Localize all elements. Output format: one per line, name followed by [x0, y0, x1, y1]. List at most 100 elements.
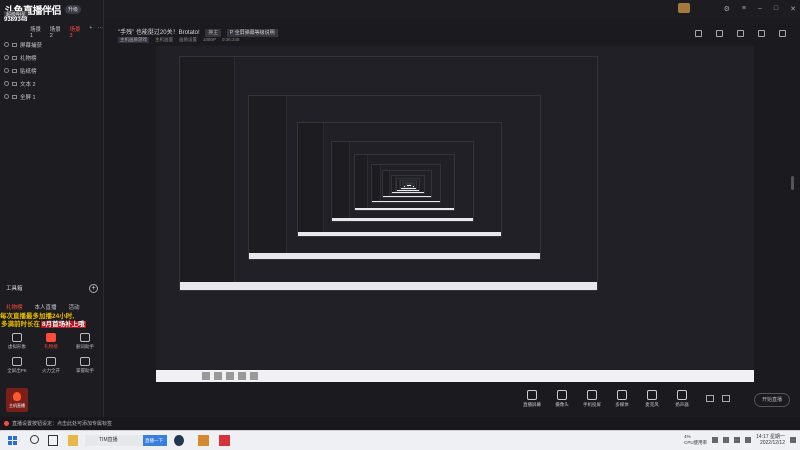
- tab-activity[interactable]: 活动: [69, 303, 80, 311]
- record-icon[interactable]: [706, 395, 714, 402]
- category-chip[interactable]: 主机画质游戏: [118, 37, 149, 43]
- cpu-usage: 4% CPU使用率: [684, 434, 707, 446]
- status-text[interactable]: 直播设置按钮设定：点击此处可添加专属标签: [12, 420, 112, 427]
- promo-line-1: 每次直播最多加播24小时,: [0, 313, 75, 320]
- lock-icon[interactable]: [716, 30, 723, 37]
- eye-icon[interactable]: [4, 42, 9, 47]
- source-label: 屏幕捕获: [20, 42, 43, 49]
- source-item[interactable]: 屏幕捕获: [4, 38, 102, 51]
- nested-left-panel: [297, 123, 325, 237]
- source-item[interactable]: 全屏 1: [4, 90, 102, 103]
- room-tag-2[interactable]: P 全屏弹幕等级说明: [226, 29, 278, 37]
- media-button[interactable]: 多媒体: [610, 390, 634, 408]
- toolbox-item-gift[interactable]: 礼物榜: [34, 326, 68, 350]
- filter-icon: [80, 333, 90, 342]
- settings-icon[interactable]: ⚙: [724, 5, 730, 13]
- upgrade-badge[interactable]: 升级: [65, 4, 82, 14]
- tab-scene-3[interactable]: 场景 3: [70, 25, 85, 39]
- top-bar: ⚙ ≡ – □ ✕: [104, 0, 800, 18]
- toolbox-item-avatar[interactable]: 虚拟形象: [0, 326, 34, 350]
- toolbox-item-pk[interactable]: 全屏出PK: [0, 350, 34, 374]
- clock[interactable]: 14:17 星期一 2022/12/12: [756, 434, 785, 446]
- game-icon[interactable]: [198, 435, 209, 446]
- lock-icon[interactable]: [12, 81, 17, 86]
- mic-icon: [647, 390, 657, 400]
- tool-label: 摄像头: [555, 402, 569, 407]
- nested-taskbar: [297, 232, 501, 237]
- phone-cast-button[interactable]: 手机投屏: [580, 390, 604, 408]
- notification-icon[interactable]: [790, 437, 796, 443]
- source-item[interactable]: 文本 2: [4, 77, 102, 90]
- taskbar-app-tim[interactable]: TIM直播: [85, 435, 145, 446]
- folder-icon: [226, 372, 234, 380]
- tab-gift-rank[interactable]: 礼物榜: [6, 303, 23, 311]
- chevron-up-icon[interactable]: [712, 437, 719, 443]
- toolbox-item-fire[interactable]: 火力全开: [34, 350, 68, 374]
- camera-button[interactable]: 摄像头: [550, 390, 574, 408]
- layout-icon[interactable]: [695, 30, 702, 37]
- room-title[interactable]: "手残" 也能挺过20关！Brotato! 换主 P 全屏弹幕等级说明: [118, 27, 278, 37]
- nested-left-panel: [249, 95, 288, 259]
- lock-icon[interactable]: [12, 94, 17, 99]
- taskbar-app-live[interactable]: 直播一下: [143, 435, 167, 446]
- header-actions: [695, 30, 786, 37]
- lock-icon[interactable]: [12, 42, 17, 47]
- room-title-text[interactable]: "手残" 也能挺过20关！Brotato!: [118, 30, 200, 36]
- menu-icon[interactable]: ≡: [742, 5, 746, 13]
- toolbox-add-button[interactable]: +: [89, 284, 98, 293]
- tool-label: 多媒体: [615, 402, 629, 407]
- helper-icon: [80, 357, 90, 366]
- source-item[interactable]: 贴纸榜: [4, 64, 102, 77]
- fullscreen-icon[interactable]: [779, 30, 786, 37]
- lock-icon[interactable]: [12, 55, 17, 60]
- close-icon[interactable]: ✕: [790, 5, 796, 13]
- room-sub-info: 主机画质游戏 主机画面 画质设置 1080P 0:36:348: [118, 37, 240, 43]
- file-explorer-icon[interactable]: [68, 435, 78, 446]
- share-icon[interactable]: [758, 30, 765, 37]
- toolbox-item-helper[interactable]: 掌握助手: [68, 350, 102, 374]
- mic-button[interactable]: 麦克风: [640, 390, 664, 408]
- ime-icon[interactable]: [745, 437, 752, 443]
- more-scenes-button[interactable]: ···: [98, 25, 104, 39]
- toolbox: 工具箱 + 礼物榜 本人直播 活动: [0, 284, 104, 311]
- nested-taskbar: [391, 192, 425, 194]
- source-label: 全屏 1: [20, 94, 36, 101]
- toolbox-item-filter[interactable]: 删词助手: [68, 326, 102, 350]
- search-icon: [214, 372, 222, 380]
- eye-icon[interactable]: [4, 94, 9, 99]
- more-icon[interactable]: [722, 395, 730, 402]
- eye-icon[interactable]: [4, 68, 9, 73]
- settings-icon[interactable]: [737, 30, 744, 37]
- minimize-icon[interactable]: –: [758, 5, 762, 13]
- eye-icon[interactable]: [4, 81, 9, 86]
- windows-start-icon[interactable]: [8, 436, 17, 445]
- tab-scene-1[interactable]: 场景 1: [30, 25, 45, 39]
- sub-info: 1080P: [203, 37, 217, 42]
- start-live-button[interactable]: 开始直播: [754, 393, 790, 407]
- lock-icon[interactable]: [12, 68, 17, 73]
- room-tag[interactable]: 换主: [205, 29, 222, 37]
- app-icon[interactable]: [219, 435, 230, 446]
- steam-icon[interactable]: [174, 435, 184, 446]
- screen-capture-button[interactable]: 直播屏幕: [520, 390, 544, 408]
- maximize-icon[interactable]: □: [774, 5, 778, 13]
- gift-icon: [46, 333, 56, 342]
- user-avatar[interactable]: [678, 3, 690, 13]
- tab-scene-2[interactable]: 场景 2: [50, 25, 65, 39]
- source-item[interactable]: 礼物榜: [4, 51, 102, 64]
- console-live-label: 主机直播: [9, 402, 25, 408]
- task-view-icon[interactable]: [48, 435, 58, 446]
- search-icon[interactable]: [30, 435, 39, 444]
- network-icon[interactable]: [723, 437, 730, 443]
- volume-icon[interactable]: [734, 437, 741, 443]
- eye-icon[interactable]: [4, 55, 9, 60]
- add-scene-button[interactable]: +: [89, 25, 92, 39]
- app-icon: [238, 372, 246, 380]
- speaker-button[interactable]: 扬声器: [670, 390, 694, 408]
- toolbox-item-label: 掌握助手: [76, 368, 94, 373]
- scrollbar[interactable]: [791, 176, 794, 190]
- stream-preview[interactable]: [156, 46, 754, 382]
- left-panel: 斗鱼直播伴侣 升级 超级明星 9389348 场景 1 场景 2 场景 3 + …: [0, 0, 104, 430]
- console-live-button[interactable]: 主机直播: [6, 388, 28, 412]
- tab-self-live[interactable]: 本人直播: [35, 303, 57, 311]
